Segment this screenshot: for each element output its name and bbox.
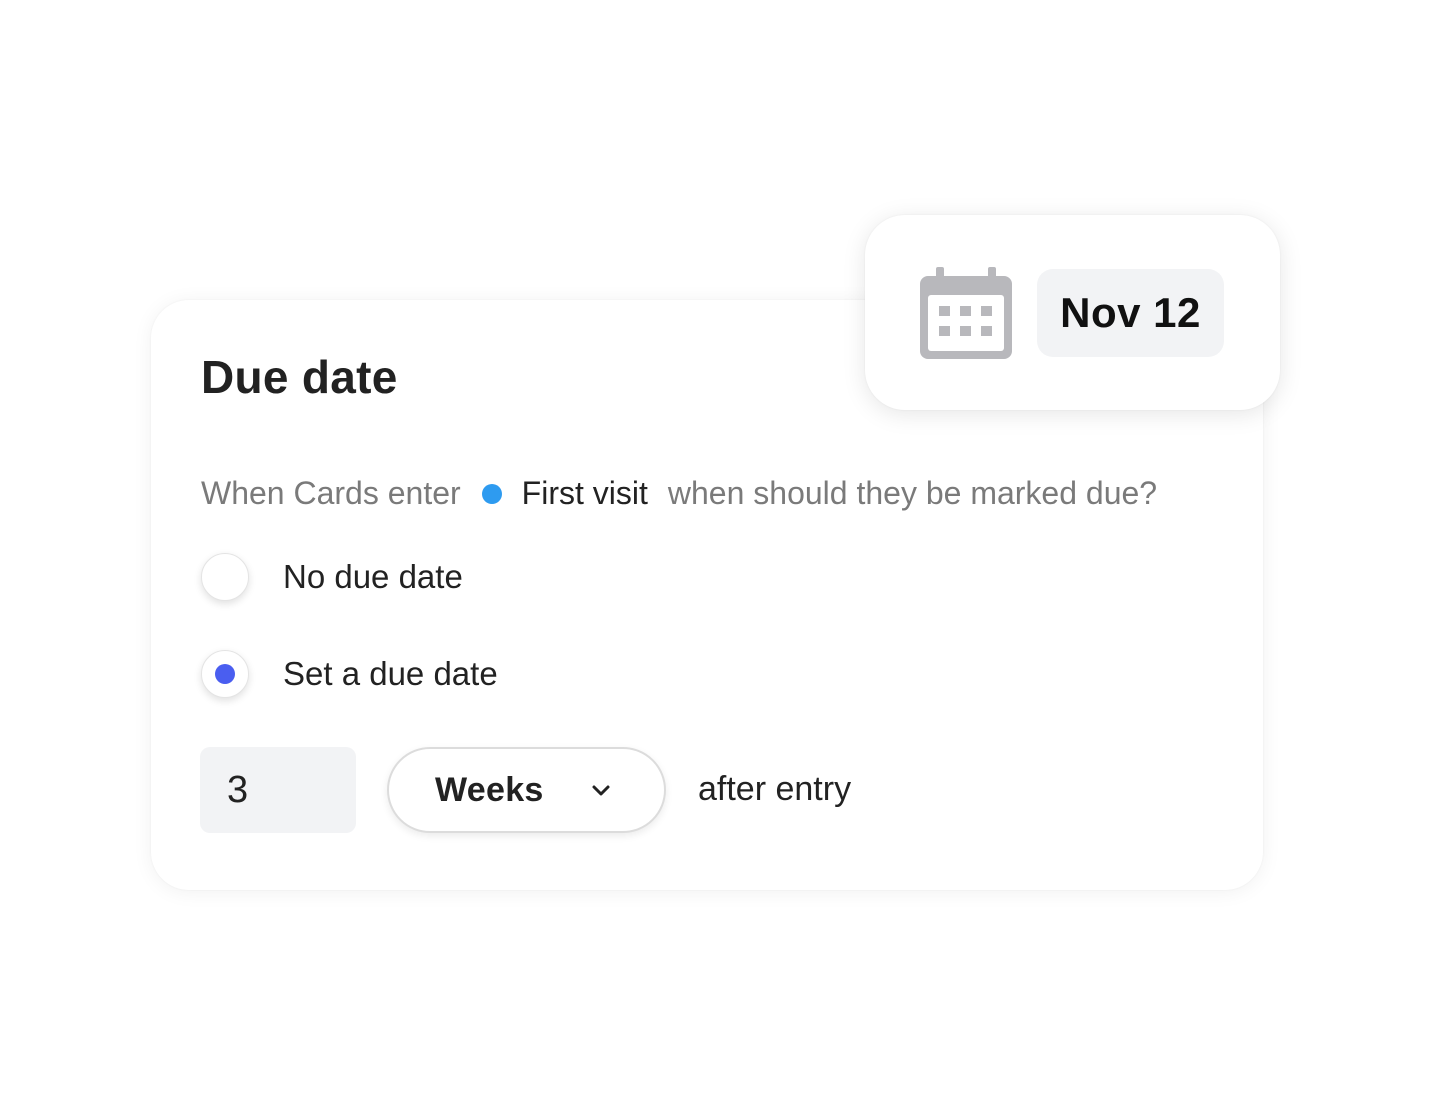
duration-unit-select[interactable]: Weeks (387, 747, 666, 833)
unit-select-value: Weeks (435, 770, 544, 809)
after-entry-text: after entry (698, 770, 852, 808)
question-suffix: when should they be marked due? (667, 475, 1158, 511)
radio-indicator (215, 664, 235, 684)
canvas: Due date When Cards enter First visit wh… (0, 0, 1430, 1106)
option-no-due-date[interactable]: No due date (201, 553, 463, 601)
stage-name: First visit (521, 475, 648, 511)
option-label: Set a due date (283, 655, 498, 692)
duration-amount-input[interactable]: 3 (200, 747, 356, 833)
stage-color-dot (481, 483, 502, 504)
option-label: No due date (283, 558, 463, 595)
option-set-due-date[interactable]: Set a due date (201, 650, 498, 698)
due-date-preview: Nov 12 (865, 215, 1280, 410)
due-question: When Cards enter First visit when should… (201, 475, 1157, 512)
radio-indicator (215, 567, 235, 587)
calendar-icon (920, 267, 1012, 359)
radio-set-due-date[interactable] (201, 650, 249, 698)
question-prefix: When Cards enter (201, 475, 461, 511)
due-date-value: Nov 12 (1037, 269, 1224, 357)
card-title: Due date (201, 351, 398, 403)
chevron-down-icon (592, 785, 610, 796)
radio-no-due-date[interactable] (201, 553, 249, 601)
